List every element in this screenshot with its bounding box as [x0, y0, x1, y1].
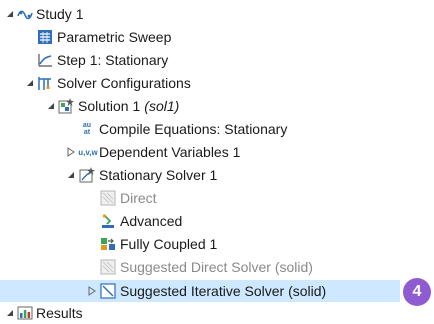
solution-icon	[58, 98, 74, 114]
tree-node-label: Dependent Variables 1	[99, 144, 241, 160]
collapse-toggle-icon[interactable]	[5, 308, 15, 318]
tree-node-label: Study 1	[36, 6, 84, 22]
suggested-iterative-icon	[100, 283, 116, 299]
stationary-step-icon	[37, 52, 53, 68]
tree-node-results[interactable]: Results	[0, 302, 434, 324]
tree-node-fully-coupled[interactable]: Fully Coupled 1	[0, 233, 434, 255]
tree-node-direct[interactable]: Direct	[0, 187, 434, 209]
tree-node-label: Step 1: Stationary	[57, 52, 169, 68]
tree-node-label: Solution 1 (sol1)	[78, 98, 180, 114]
tree-node-solver-configurations[interactable]: Solver Configurations	[0, 72, 434, 94]
tree-node-label: Suggested Iterative Solver (solid)	[120, 283, 327, 299]
tree-node-study[interactable]: Study 1	[0, 3, 434, 25]
tree-node-suggested-iterative-solver[interactable]: Suggested Iterative Solver (solid)	[0, 280, 400, 302]
collapse-toggle-icon[interactable]	[46, 101, 56, 111]
tree-node-label: Results	[36, 305, 83, 321]
advanced-icon	[100, 213, 116, 229]
solver-configurations-icon	[37, 75, 53, 91]
tree-node-label: Advanced	[120, 213, 183, 229]
tree-node-label: Direct	[120, 190, 157, 206]
dependent-variables-icon: u,v,w	[78, 147, 98, 157]
tree-node-compile-equations[interactable]: au at Compile Equations: Stationary	[0, 118, 434, 140]
tree-node-label: Parametric Sweep	[57, 29, 172, 45]
fully-coupled-icon	[100, 236, 116, 252]
collapse-toggle-icon[interactable]	[5, 9, 15, 19]
expand-toggle-icon[interactable]	[87, 286, 97, 296]
tree-node-stationary-solver[interactable]: Stationary Solver 1	[0, 164, 434, 186]
stationary-solver-icon	[79, 167, 95, 183]
study-icon	[17, 6, 33, 22]
tree-node-suggested-direct-solver[interactable]: Suggested Direct Solver (solid)	[0, 256, 434, 278]
compile-equations-icon: au at	[79, 121, 95, 137]
model-tree: Study 1 Parametric Sweep Step 1: Station…	[0, 0, 434, 324]
direct-icon	[100, 190, 116, 206]
tree-node-dependent-variables[interactable]: u,v,w Dependent Variables 1	[0, 141, 434, 163]
tree-node-label: Suggested Direct Solver (solid)	[120, 259, 313, 275]
tree-node-label: Stationary Solver 1	[99, 167, 218, 183]
tree-node-label: Compile Equations: Stationary	[99, 121, 288, 137]
icon-text: at	[83, 129, 91, 136]
tree-node-solution1[interactable]: Solution 1 (sol1)	[0, 95, 434, 117]
tree-node-label: Fully Coupled 1	[120, 236, 218, 252]
solution-tag: (sol1)	[144, 98, 180, 114]
results-icon	[17, 305, 33, 321]
expand-toggle-icon[interactable]	[66, 147, 76, 157]
collapse-toggle-icon[interactable]	[25, 78, 35, 88]
collapse-toggle-icon[interactable]	[66, 170, 76, 180]
tree-node-advanced[interactable]: Advanced	[0, 210, 434, 232]
suggested-direct-icon	[100, 259, 116, 275]
tree-node-parametric-sweep[interactable]: Parametric Sweep	[0, 26, 434, 48]
icon-text: au	[82, 122, 92, 129]
tree-node-label: Solver Configurations	[57, 75, 191, 91]
tree-node-step1[interactable]: Step 1: Stationary	[0, 49, 434, 71]
callout-number-badge: 4	[403, 278, 431, 306]
parametric-sweep-icon	[37, 29, 53, 45]
